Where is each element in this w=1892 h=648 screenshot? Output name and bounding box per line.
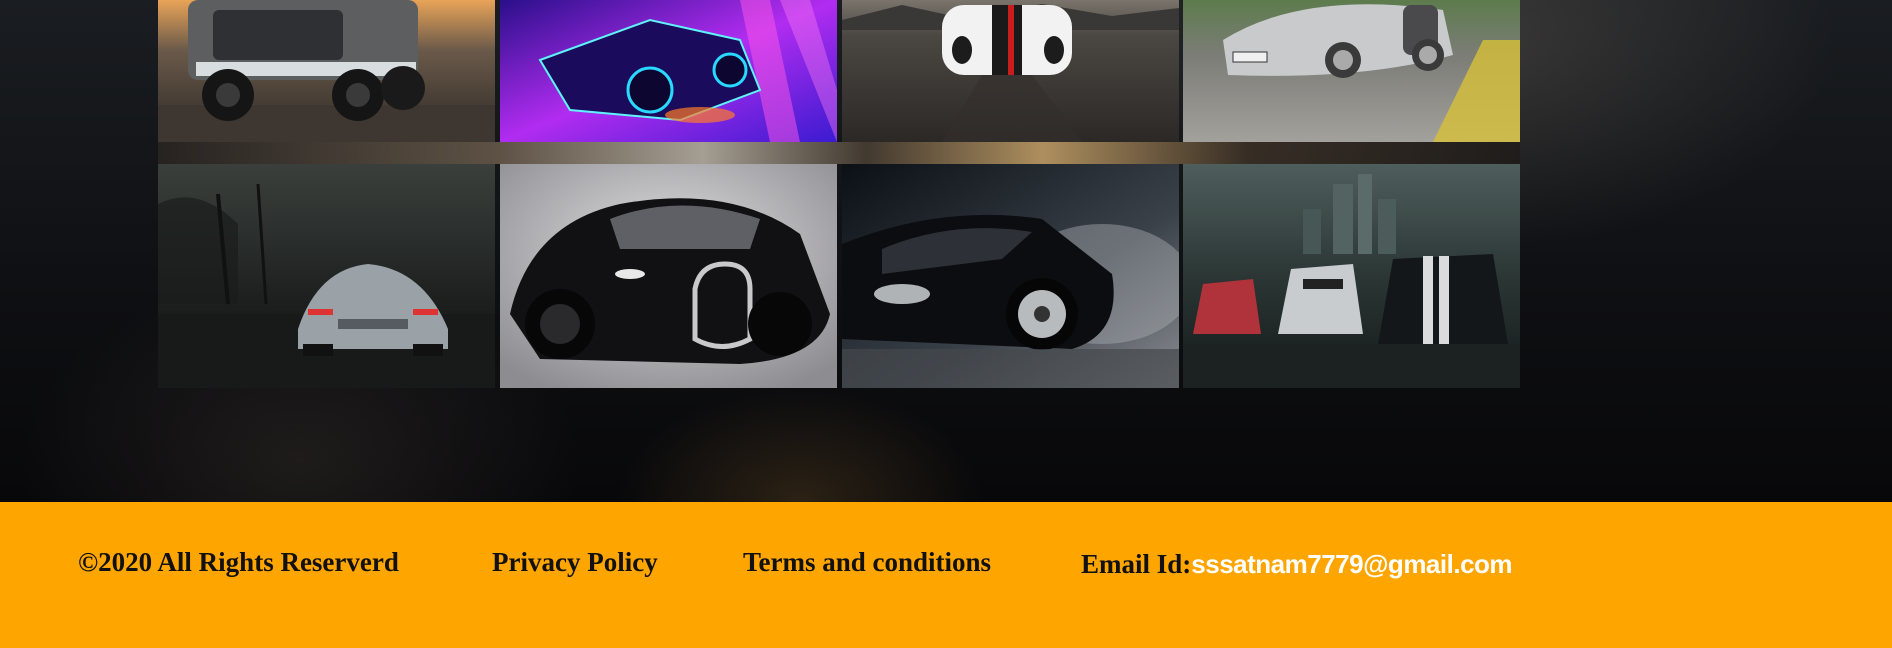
gallery-tile-3[interactable] <box>842 0 1179 142</box>
gallery-tile-5[interactable] <box>158 164 495 388</box>
site-footer: ©2020 All Rights Reserverd Privacy Polic… <box>0 502 1892 648</box>
email-contact: Email Id:sssatnam7779@gmail.com <box>1081 546 1513 582</box>
black-sports-car-image <box>842 164 1179 388</box>
terms-and-conditions-link[interactable]: Terms and conditions <box>743 544 991 580</box>
gallery-tile-7[interactable] <box>842 164 1179 388</box>
copyright-text: ©2020 All Rights Reserverd <box>78 547 399 577</box>
mercedes-amg-gt-image <box>158 164 495 388</box>
gallery-tile-2[interactable] <box>500 0 837 142</box>
privacy-policy-link[interactable]: Privacy Policy <box>492 544 658 580</box>
gallery-tile-1[interactable] <box>158 0 495 142</box>
gallery-tile-6[interactable] <box>500 164 837 388</box>
page: ©2020 All Rights Reserverd Privacy Polic… <box>0 0 1892 648</box>
email-label: Email Id: <box>1081 549 1192 579</box>
muscle-cars-image <box>1183 164 1520 388</box>
audi-r8-image <box>1183 0 1520 142</box>
neon-sports-car-image <box>500 0 837 142</box>
gallery-tile-4[interactable] <box>1183 0 1520 142</box>
gallery-tile-8[interactable] <box>1183 164 1520 388</box>
bugatti-veyron-image <box>500 164 837 388</box>
toyota-truck-image <box>158 0 495 142</box>
car-gallery <box>158 0 1520 390</box>
dodge-viper-image <box>842 0 1179 142</box>
email-link[interactable]: sssatnam7779@gmail.com <box>1191 549 1512 579</box>
